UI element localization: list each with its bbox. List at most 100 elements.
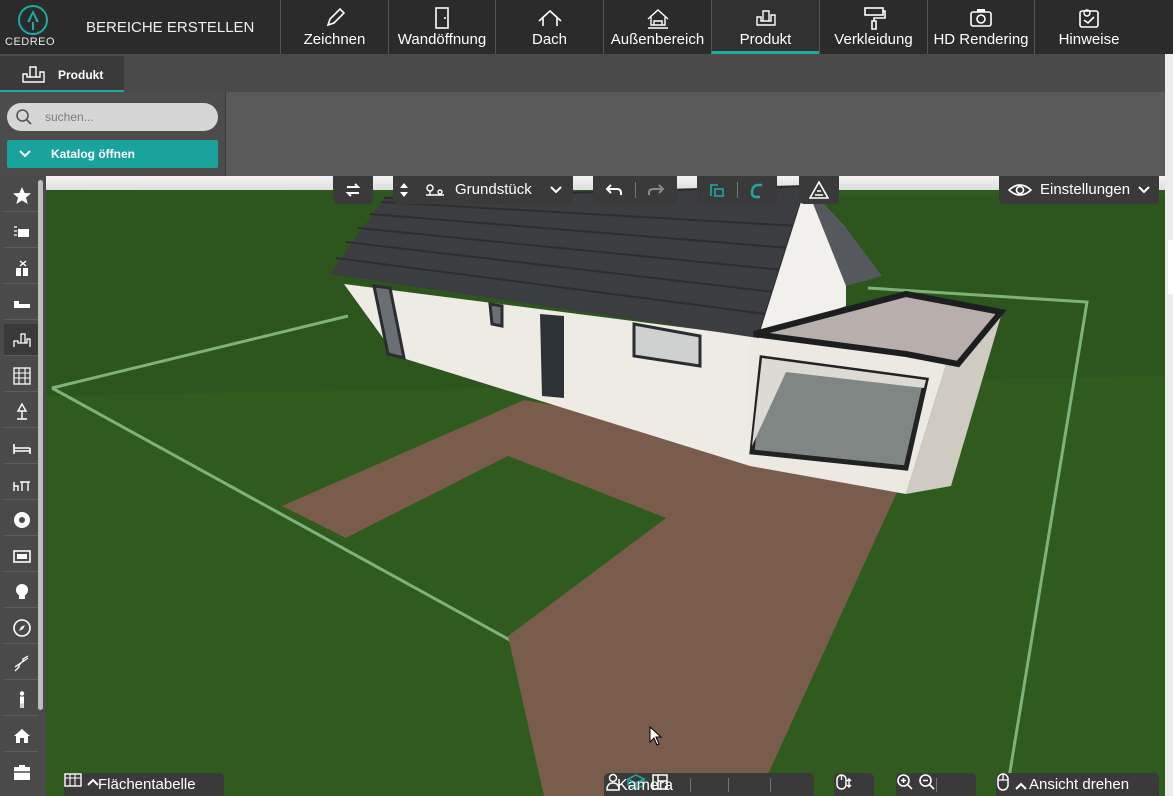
- sidebar-item-favorites[interactable]: [4, 180, 38, 212]
- tab-row: Produkt: [0, 54, 1165, 92]
- search-box[interactable]: [7, 103, 218, 131]
- snap-icon[interactable]: [708, 181, 726, 199]
- kitchen-icon: [16, 260, 28, 276]
- 3d-viewport[interactable]: Grundstück Einstellungen Flächentabelle …: [46, 176, 1165, 796]
- category-sidebar: [0, 176, 46, 796]
- ball-icon: [14, 512, 30, 528]
- desk-icon: [13, 333, 31, 347]
- tool-verkleidung[interactable]: Verkleidung: [819, 0, 927, 54]
- search-icon: [16, 109, 32, 125]
- settings-label: Einstellungen: [1040, 181, 1131, 198]
- redo-icon[interactable]: [647, 182, 665, 198]
- sidebar-item-compass[interactable]: [4, 612, 38, 644]
- tool-produkt[interactable]: Produkt: [711, 0, 819, 54]
- open-catalog-label: Katalog öffnen: [51, 147, 135, 161]
- tool-label: Verkleidung: [834, 31, 913, 48]
- tool-label: Dach: [531, 31, 568, 48]
- 3d-scene[interactable]: [46, 176, 1165, 796]
- tool-wandoeffnung[interactable]: Wandöffnung: [388, 0, 495, 54]
- paint-roller-icon: [863, 7, 886, 30]
- table-icon: [64, 773, 82, 787]
- lamp-stand-icon: [16, 402, 28, 420]
- tool-hinweise[interactable]: Hinweise: [1034, 0, 1143, 54]
- sidebar-item-ball[interactable]: [4, 504, 38, 536]
- pan-button[interactable]: [834, 773, 874, 796]
- magnet-icon[interactable]: [748, 181, 766, 199]
- search-input[interactable]: [45, 108, 210, 126]
- tool-hd-rendering[interactable]: HD Rendering: [927, 0, 1034, 54]
- compass-icon: [13, 619, 31, 637]
- brand-name: CEDREO: [5, 36, 56, 48]
- rotate-view-dropdown[interactable]: Ansicht drehen: [996, 773, 1159, 796]
- bulb-icon: [16, 584, 28, 599]
- open-catalog-button[interactable]: Katalog öffnen: [7, 140, 218, 168]
- person-icon: [19, 691, 25, 708]
- tool-zeichnen[interactable]: Zeichnen: [280, 0, 388, 54]
- level-label: Grundstück: [455, 181, 532, 198]
- sidebar-item-storage[interactable]: [4, 756, 38, 788]
- sidebar-item-bed[interactable]: [4, 432, 38, 464]
- zoom-in-icon[interactable]: [896, 773, 914, 791]
- eye-icon: [1008, 184, 1032, 196]
- mouse-icon: [997, 773, 1009, 791]
- sidebar-item-dining[interactable]: [4, 468, 38, 500]
- camera-icon: [970, 9, 992, 27]
- stairs-icon: [14, 655, 29, 672]
- swap-view-button[interactable]: [333, 176, 373, 204]
- sidebar-scrollbar[interactable]: [38, 180, 43, 710]
- sidebar-item-stairs[interactable]: [4, 648, 38, 680]
- sidebar-item-shelf[interactable]: [4, 360, 38, 392]
- sidebar-item-lamp-stand[interactable]: [4, 396, 38, 428]
- exterior-icon: [647, 9, 668, 29]
- page-title: BEREICHE ERSTELLEN: [86, 19, 255, 36]
- tv-icon: [13, 550, 31, 563]
- sofa-icon: [14, 226, 29, 237]
- sidebar-item-bed-low[interactable]: [4, 288, 38, 320]
- sidebar-item-desk[interactable]: [4, 324, 38, 356]
- snap-tools: [697, 176, 777, 204]
- sidebar-item-sofa[interactable]: [4, 216, 38, 248]
- tool-label: Hinweise: [1058, 31, 1120, 48]
- sidebar-item-tv[interactable]: [4, 540, 38, 572]
- tool-label: Wandöffnung: [397, 31, 487, 48]
- settings-dropdown[interactable]: Einstellungen: [999, 176, 1159, 204]
- bed-low-icon: [14, 301, 30, 308]
- plot-icon: [426, 184, 444, 196]
- cedreo-logo[interactable]: CEDREO: [0, 0, 62, 54]
- pencil-icon: [326, 7, 345, 27]
- hints-icon: [1079, 9, 1099, 28]
- tool-dach[interactable]: Dach: [495, 0, 603, 54]
- swap-icon: [345, 183, 361, 197]
- sidebar-item-bulb[interactable]: [4, 576, 38, 608]
- furniture-icon: [755, 10, 776, 26]
- sidebar-item-house[interactable]: [4, 720, 38, 752]
- level-selector[interactable]: Grundstück: [393, 176, 573, 204]
- chevron-down-icon: [19, 150, 31, 158]
- chevron-down-icon: [550, 186, 562, 194]
- dining-icon: [13, 481, 30, 491]
- area-table-label: Flächentabelle: [98, 776, 196, 793]
- camera-controls: Kamera: [604, 773, 814, 796]
- top-toolbar: CEDREO BEREICHE ERSTELLEN Zeichnen Wandö…: [0, 0, 1173, 54]
- catalog-panel: Katalog öffnen: [0, 92, 226, 176]
- furniture-icon: [22, 66, 45, 83]
- shelf-icon: [13, 367, 31, 385]
- window-edge: [1165, 54, 1173, 796]
- warning-icon: [809, 181, 829, 199]
- sidebar-item-kitchen[interactable]: [4, 252, 38, 284]
- chevron-up-icon: [1015, 782, 1028, 790]
- zoom-out-icon[interactable]: [918, 773, 936, 791]
- warnings-button[interactable]: [799, 176, 839, 204]
- chevron-down-icon: [1138, 186, 1150, 194]
- mouse-cursor-icon: [649, 726, 663, 746]
- tool-aussenbereich[interactable]: Außenbereich: [603, 0, 711, 54]
- tool-label: Produkt: [739, 31, 792, 48]
- favorites-icon: [13, 187, 31, 204]
- house-icon: [14, 729, 30, 743]
- tab-produkt[interactable]: Produkt: [0, 56, 124, 92]
- area-table-toggle[interactable]: Flächentabelle: [64, 773, 224, 796]
- undo-icon[interactable]: [605, 182, 623, 198]
- sidebar-item-person[interactable]: [4, 684, 38, 716]
- rotate-view-label: Ansicht drehen: [1029, 776, 1130, 793]
- window-small: [488, 302, 504, 328]
